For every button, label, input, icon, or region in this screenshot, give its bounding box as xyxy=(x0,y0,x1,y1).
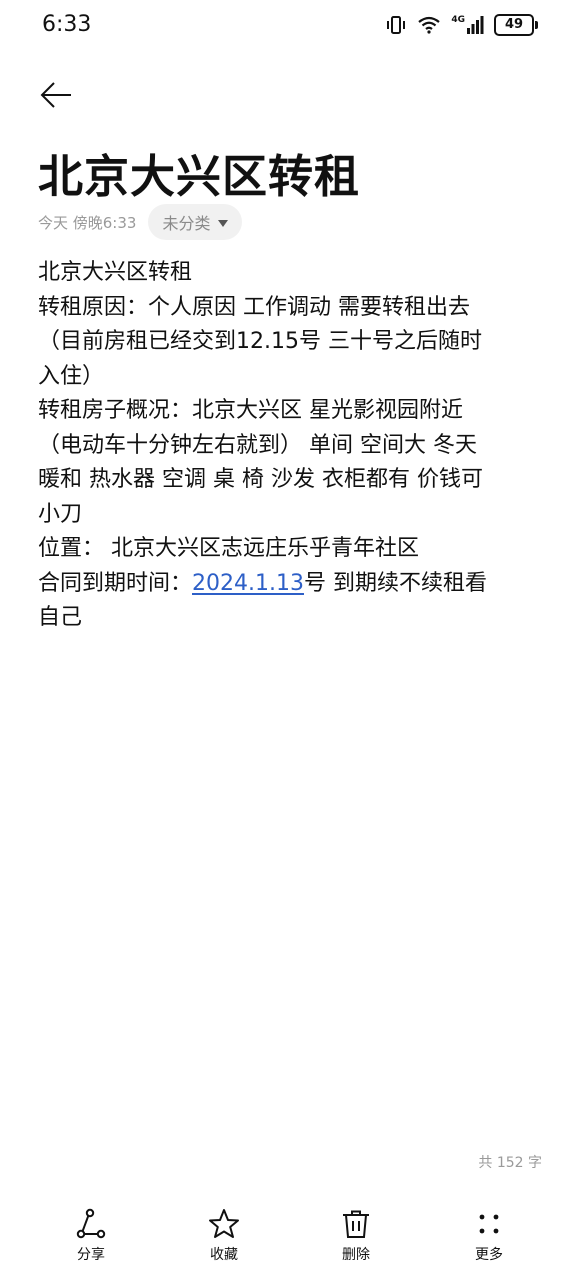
more-dots-icon xyxy=(471,1206,507,1242)
note-line: 位置： 北京大兴区志远庄乐乎青年社区 xyxy=(38,536,419,561)
trash-icon xyxy=(338,1206,374,1242)
category-selector[interactable]: 未分类 xyxy=(148,204,243,240)
contract-date-link[interactable]: 2024.1.13 xyxy=(192,571,304,596)
back-button[interactable] xyxy=(36,80,76,114)
category-label: 未分类 xyxy=(162,214,211,233)
share-label: 分享 xyxy=(77,1247,105,1263)
delete-label: 删除 xyxy=(342,1247,370,1263)
contract-prefix: 合同到期时间： xyxy=(38,570,193,596)
network-type-label: 4G xyxy=(451,15,465,25)
contract-line: 合同到期时间：2024.1.13号 到期续不续租看 xyxy=(38,567,542,602)
share-icon xyxy=(73,1206,109,1242)
more-button[interactable]: 更多 xyxy=(449,1206,529,1264)
note-date: 今天 傍晚6:33 xyxy=(38,213,137,232)
battery-level: 49 xyxy=(494,14,534,36)
note-body[interactable]: 北京大兴区转租 转租原因：个人原因 工作调动 需要转租出去 （目前房租已经交到1… xyxy=(38,256,542,636)
cell-signal-icon: 4G xyxy=(451,16,484,34)
word-count: 共 152 字 xyxy=(478,1155,542,1171)
battery-icon: 49 xyxy=(494,14,538,36)
share-button[interactable]: 分享 xyxy=(51,1206,131,1264)
status-icons: 4G 49 xyxy=(385,14,538,36)
more-label: 更多 xyxy=(475,1247,503,1263)
note-line: 入住） xyxy=(38,363,105,389)
note-line: （目前房租已经交到12.15号 三十号之后随时 xyxy=(38,329,482,354)
back-arrow-icon xyxy=(39,80,73,114)
note-line: 暖和 热水器 空调 桌 椅 沙发 衣柜都有 价钱可 xyxy=(38,467,483,492)
note-line: 转租原因：个人原因 工作调动 需要转租出去 xyxy=(38,294,470,320)
star-icon xyxy=(206,1206,242,1242)
note-title[interactable]: 北京大兴区转租 xyxy=(38,140,360,205)
status-time: 6:33 xyxy=(42,12,92,37)
favorite-button[interactable]: 收藏 xyxy=(184,1206,264,1264)
wifi-icon xyxy=(417,15,441,35)
note-meta: 今天 傍晚6:33 未分类 xyxy=(38,204,243,240)
note-line: 自己 xyxy=(38,605,83,630)
contract-suffix: 号 到期续不续租看 xyxy=(303,570,487,596)
favorite-label: 收藏 xyxy=(210,1247,238,1263)
note-line: 小刀 xyxy=(38,501,83,527)
bottom-toolbar: 分享 收藏 删除 更多 xyxy=(0,1206,580,1280)
note-line: 北京大兴区转租 xyxy=(38,260,193,285)
status-bar: 6:33 4G 49 xyxy=(0,0,580,56)
caret-down-icon xyxy=(218,213,229,232)
vibrate-icon xyxy=(385,15,407,35)
delete-button[interactable]: 删除 xyxy=(316,1206,396,1264)
note-line: 转租房子概况：北京大兴区 星光影视园附近 xyxy=(38,398,463,423)
note-line: （电动车十分钟左右就到） 单间 空间大 冬天 xyxy=(38,432,477,458)
